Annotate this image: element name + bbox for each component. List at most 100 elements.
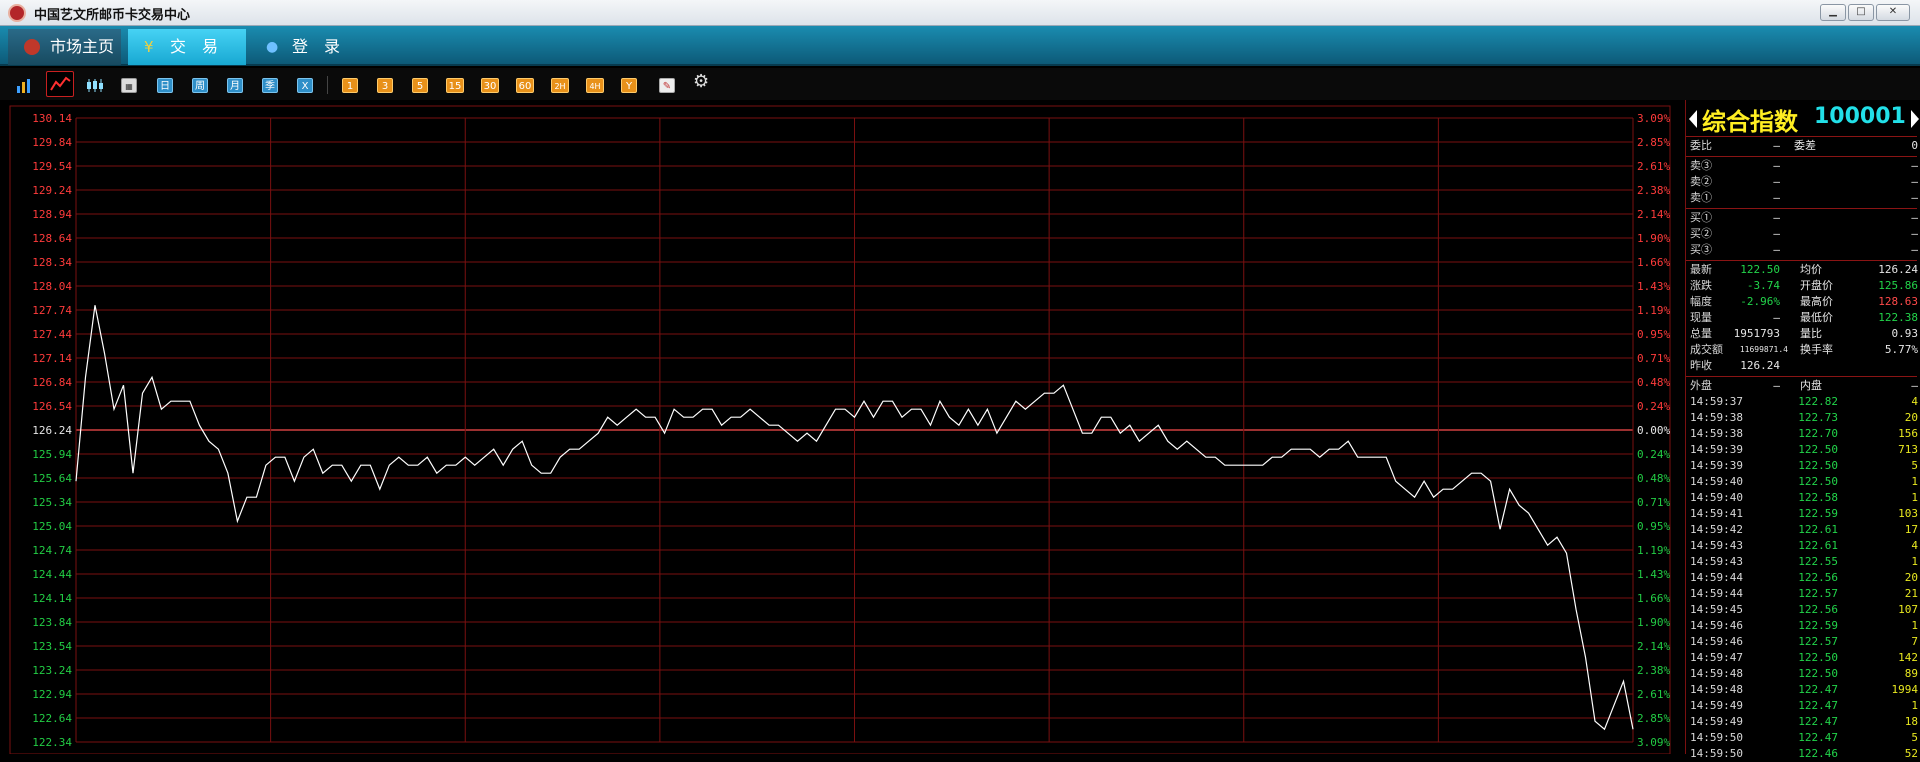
trade-tick-row: 14:59:49 122.47 1	[1690, 698, 1918, 714]
ask-volume: —	[1911, 175, 1918, 188]
intraday-price-chart[interactable]: 130.14 3.09% 129.84 2.85% 129.54 2.61% 129.24 2…	[0, 100, 1680, 754]
price-tick-label: 129.84	[32, 136, 72, 149]
trade-tick-row: 14:59:40 122.50 1	[1690, 474, 1918, 490]
trade-tick-row: 14:59:43 122.55 1	[1690, 554, 1918, 570]
tick-volume: 142	[1898, 651, 1918, 664]
stat-row: 总量 1951793 量比 0.93	[1690, 326, 1918, 342]
interval-15-button[interactable]: 15	[446, 78, 464, 93]
gear-icon[interactable]: ⚙	[693, 73, 709, 91]
percent-tick-label: 2.38%	[1637, 664, 1670, 677]
candlestick-icon[interactable]	[86, 78, 103, 93]
tick-volume: 17	[1904, 523, 1918, 536]
period-quarter-button[interactable]: 季	[262, 78, 278, 93]
percent-tick-label: 2.61%	[1637, 688, 1670, 701]
chart-canvas: 130.14 3.09% 129.84 2.85% 129.54 2.61% 129.24 2…	[9, 105, 1671, 754]
panel-divider	[1686, 260, 1917, 261]
order-ratio-value: —	[1773, 139, 1780, 152]
pencil-icon[interactable]: ✎	[659, 78, 675, 93]
tick-price: 122.50	[1798, 475, 1838, 488]
tick-price: 122.59	[1798, 507, 1838, 520]
interval-30-button[interactable]: 30	[481, 78, 499, 93]
next-arrow-icon[interactable]	[1911, 110, 1919, 128]
interval-2h-button[interactable]: 2H	[551, 78, 569, 93]
percent-tick-label: 0.95%	[1637, 328, 1670, 341]
panel-divider	[1686, 208, 1917, 209]
tick-price: 122.46	[1798, 747, 1838, 760]
period-x-button[interactable]: X	[297, 78, 313, 93]
tick-price: 122.61	[1798, 539, 1838, 552]
tick-time: 14:59:43	[1690, 555, 1743, 568]
tick-time: 14:59:49	[1690, 699, 1743, 712]
tick-price: 122.70	[1798, 427, 1838, 440]
ask-row: 卖③ — —	[1690, 158, 1918, 174]
stat-value: 1951793	[1733, 327, 1780, 340]
percent-tick-label: 2.85%	[1637, 136, 1670, 149]
panel-divider	[1686, 136, 1917, 137]
price-tick-label: 128.94	[32, 208, 72, 221]
interval-3-button[interactable]: 3	[377, 78, 393, 93]
tick-time: 14:59:40	[1690, 475, 1743, 488]
chart-toolbar: ▦ 日 周 月 季 X 1 3 5 15 30 60 2H 4H Y ✎ ⚙	[0, 68, 1920, 100]
close-button[interactable]: ✕	[1876, 4, 1910, 21]
interval-60-button[interactable]: 60	[516, 78, 534, 93]
tick-time: 14:59:49	[1690, 715, 1743, 728]
trade-tick-row: 14:59:47 122.50 142	[1690, 650, 1918, 666]
period-month-button[interactable]: 月	[227, 78, 243, 93]
tick-price: 122.47	[1798, 699, 1838, 712]
interval-year-button[interactable]: Y	[621, 78, 637, 93]
yen-icon: ¥	[144, 38, 154, 56]
ask-row: 卖① — —	[1690, 190, 1918, 206]
tab-market-home[interactable]: 市场主页	[8, 29, 121, 65]
interval-4h-button[interactable]: 4H	[586, 78, 604, 93]
trade-tick-row: 14:59:41 122.59 103	[1690, 506, 1918, 522]
stat-value-2: 122.38	[1878, 311, 1918, 324]
tick-price: 122.57	[1798, 635, 1838, 648]
tab-trade[interactable]: ¥ 交 易	[128, 29, 246, 65]
tick-volume: 1	[1911, 475, 1918, 488]
trade-tick-row: 14:59:49 122.47 18	[1690, 714, 1918, 730]
price-tick-label: 124.74	[32, 544, 72, 557]
tick-time: 14:59:38	[1690, 427, 1743, 440]
quote-header: 综合指数 100001	[1686, 100, 1920, 136]
line-chart-icon[interactable]	[46, 71, 74, 97]
trade-tick-row: 14:59:45 122.56 107	[1690, 602, 1918, 618]
price-tick-label: 124.44	[32, 568, 72, 581]
tick-price: 122.73	[1798, 411, 1838, 424]
bar-chart-icon[interactable]	[16, 78, 32, 93]
percent-tick-label: 0.71%	[1637, 496, 1670, 509]
maximize-button[interactable]: □	[1848, 4, 1874, 21]
price-tick-label: 124.14	[32, 592, 72, 605]
trade-tick-row: 14:59:39 122.50 5	[1690, 458, 1918, 474]
period-week-button[interactable]: 周	[192, 78, 208, 93]
home-icon	[24, 39, 40, 55]
percent-tick-label: 1.66%	[1637, 256, 1670, 269]
bid-volume: —	[1911, 243, 1918, 256]
trade-tick-row: 14:59:48 122.50 89	[1690, 666, 1918, 682]
percent-tick-label: 0.95%	[1637, 520, 1670, 533]
tab-market-home-label: 市场主页	[50, 37, 115, 56]
percent-tick-label: 2.61%	[1637, 160, 1670, 173]
stat-label-2: 最低价	[1800, 311, 1833, 324]
tab-login[interactable]: ● 登 录	[250, 29, 360, 65]
percent-tick-label: 2.38%	[1637, 184, 1670, 197]
ask-price: —	[1773, 191, 1780, 204]
calendar-icon[interactable]: ▦	[121, 78, 137, 93]
percent-tick-label: 2.14%	[1637, 208, 1670, 221]
trade-tick-row: 14:59:37 122.82 4	[1690, 394, 1918, 410]
tick-volume: 7	[1911, 635, 1918, 648]
prev-arrow-icon[interactable]	[1689, 110, 1697, 128]
stat-value: —	[1773, 311, 1780, 324]
minimize-button[interactable]: ▁	[1820, 4, 1846, 21]
price-tick-label: 122.64	[32, 712, 72, 725]
stat-label-2: 均价	[1800, 263, 1822, 276]
period-day-button[interactable]: 日	[157, 78, 173, 93]
interval-5-button[interactable]: 5	[412, 78, 428, 93]
price-tick-label: 126.24	[32, 424, 72, 437]
stat-value: -2.96%	[1740, 295, 1780, 308]
stat-label-2: 量比	[1800, 327, 1822, 340]
price-tick-label: 122.34	[32, 736, 72, 749]
interval-1-button[interactable]: 1	[342, 78, 358, 93]
tick-time: 14:59:42	[1690, 523, 1743, 536]
price-tick-label: 129.24	[32, 184, 72, 197]
stat-row: 涨跌 -3.74 开盘价 125.86	[1690, 278, 1918, 294]
